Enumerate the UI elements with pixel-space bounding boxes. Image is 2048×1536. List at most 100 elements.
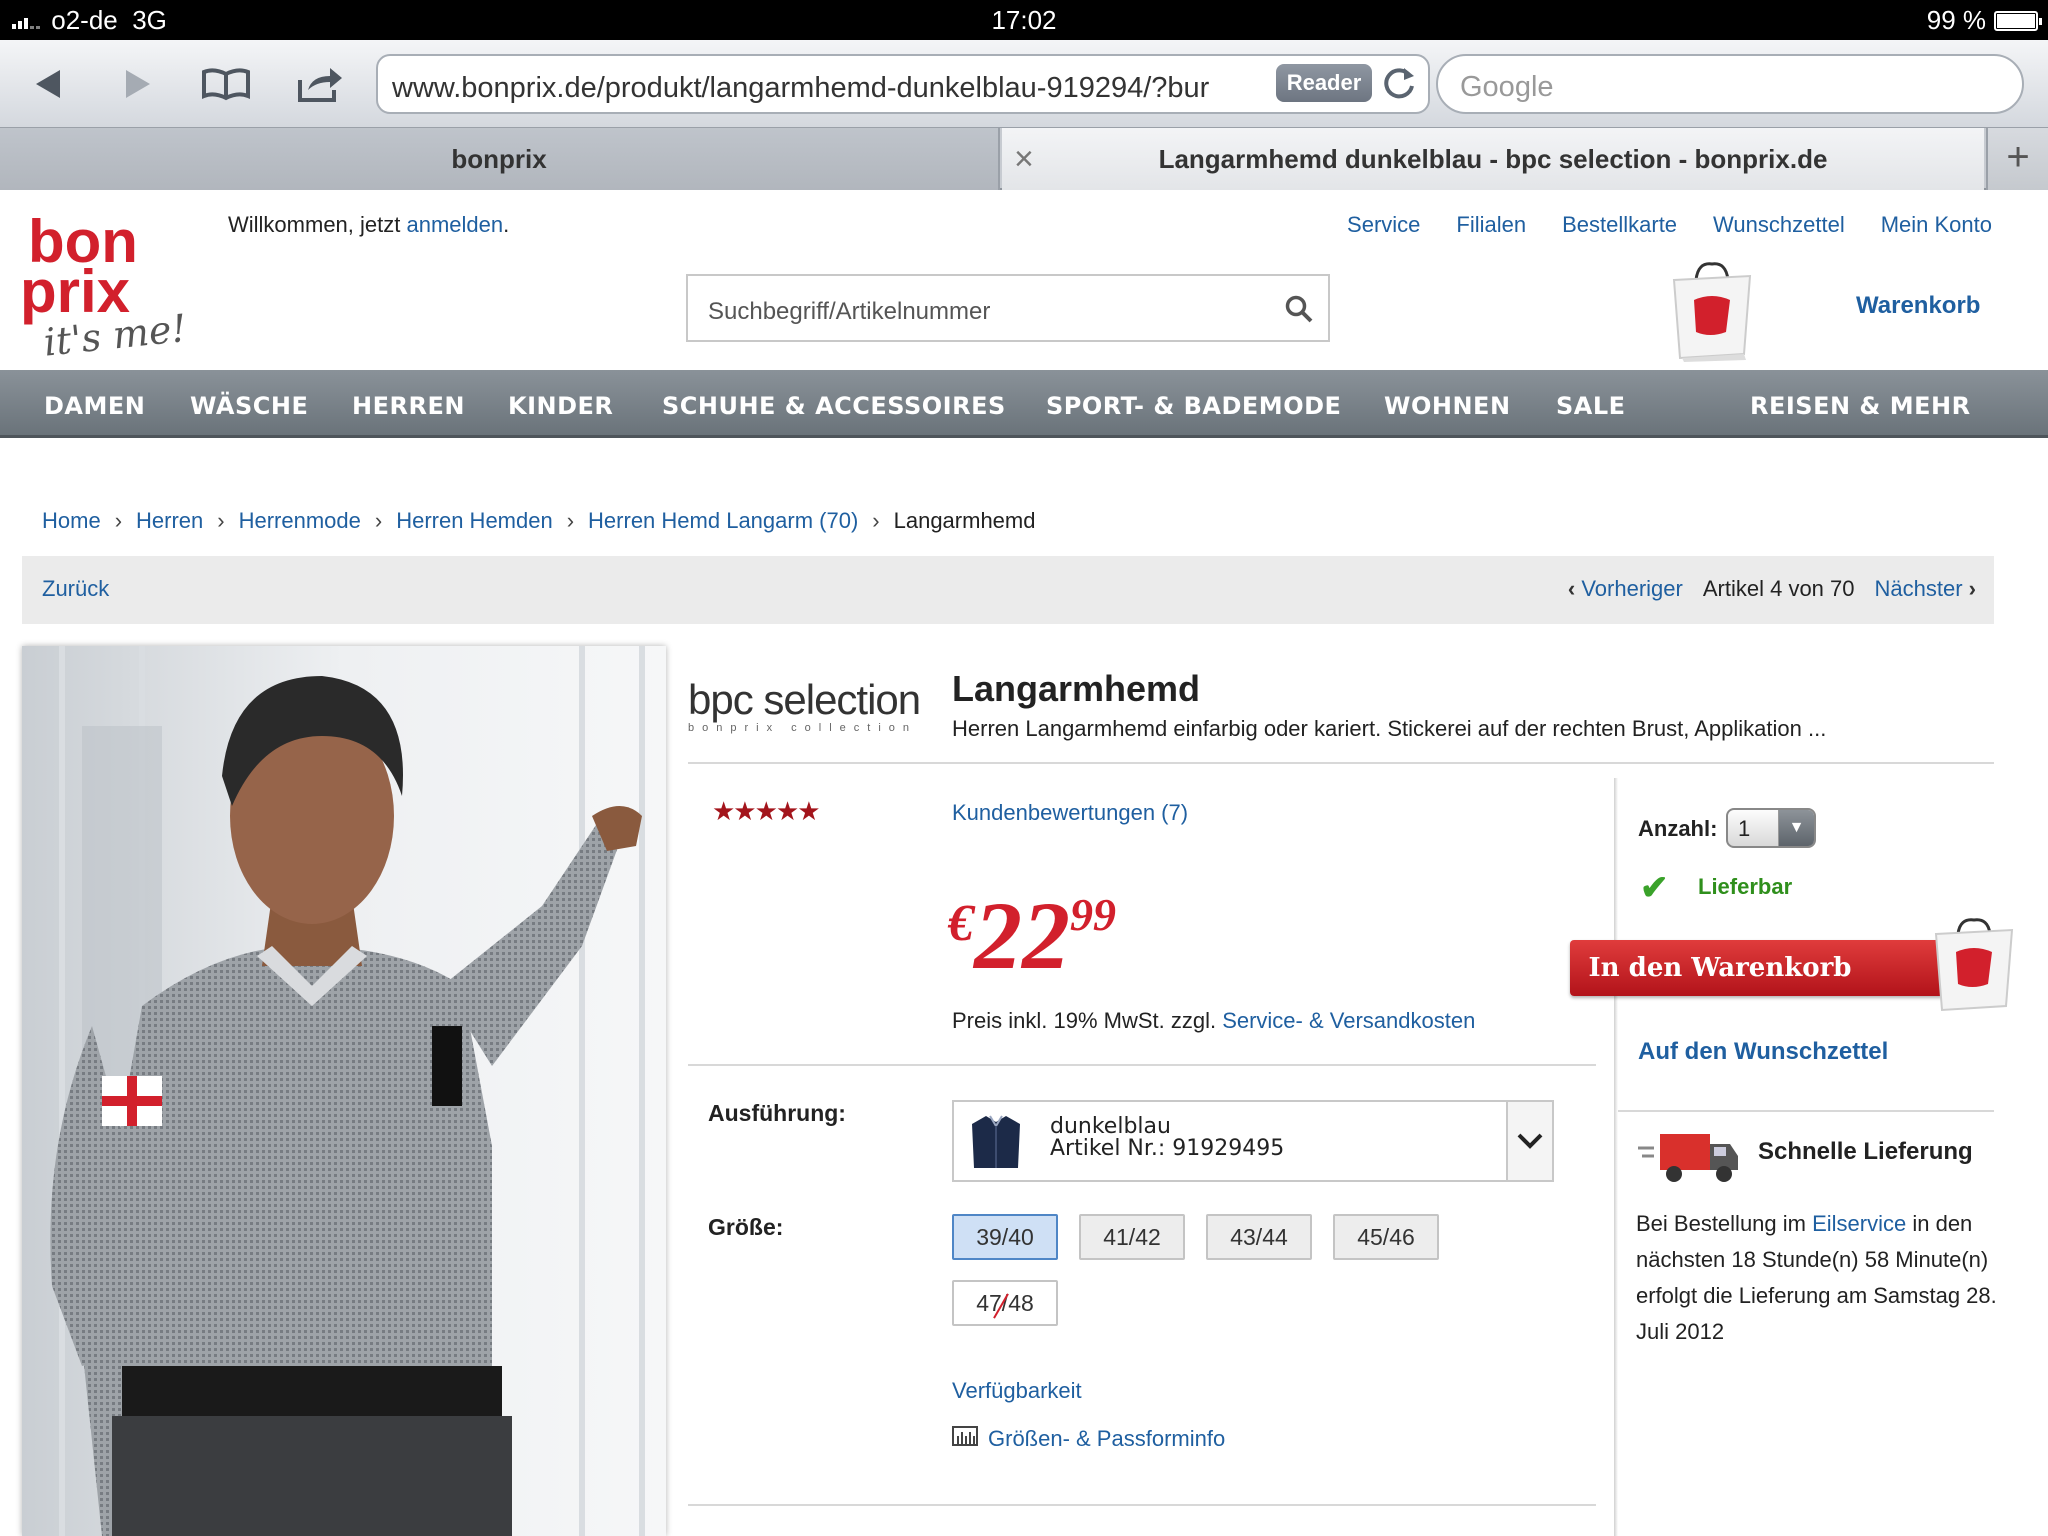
wishlist-link[interactable]: Auf den Wunschzettel	[1638, 1038, 1888, 1066]
bestellkarte-link[interactable]: Bestellkarte	[1562, 212, 1677, 238]
price-decimal: 99	[1070, 889, 1116, 940]
nav-waesche[interactable]: WÄSCHE	[190, 392, 308, 420]
next-link[interactable]: Nächster ›	[1875, 576, 1977, 602]
brand-logo: bpc selection bonprix collection	[688, 676, 921, 734]
battery-percent: 99 %	[1926, 5, 1986, 35]
size-chart-icon	[952, 1426, 978, 1452]
tab-bonprix[interactable]: bonprix	[0, 128, 1000, 190]
welcome-text: Willkommen, jetzt anmelden.	[228, 212, 509, 238]
battery-icon	[1994, 10, 2042, 31]
nav-wohnen[interactable]: WOHNEN	[1384, 392, 1511, 420]
size-option-47-48-unavailable: 47/48	[952, 1280, 1058, 1326]
service-link[interactable]: Service	[1347, 212, 1420, 238]
brand-subtitle: bonprix collection	[688, 722, 917, 734]
cart-link[interactable]: Warenkorb	[1856, 292, 1980, 320]
mein-konto-link[interactable]: Mein Konto	[1881, 212, 1992, 238]
main-navigation: DAMEN WÄSCHE HERREN KINDER SCHUHE & ACCE…	[0, 370, 2048, 438]
price-integer: 22	[974, 882, 1070, 989]
price-info: Preis inkl. 19% MwSt. zzgl. Service- & V…	[952, 1008, 1475, 1034]
rating-stars-icon: ★★★★★	[712, 796, 821, 826]
back-link[interactable]: Zurück	[42, 576, 109, 602]
tab-bar: bonprix Langarmhemd dunkelblau - bpc sel…	[0, 128, 2048, 190]
clock: 17:02	[991, 5, 1057, 35]
browser-search-field[interactable]: Google	[1436, 54, 2024, 114]
add-to-cart-button[interactable]: In den Warenkorb	[1570, 940, 1950, 996]
nav-schuhe-accessoires[interactable]: SCHUHE & ACCESSOIRES	[662, 392, 1006, 420]
size-option-39-40[interactable]: 39/40	[952, 1214, 1058, 1260]
share-icon[interactable]	[292, 56, 348, 112]
nav-kinder[interactable]: KINDER	[508, 392, 613, 420]
chevron-right-icon: ›	[114, 508, 123, 533]
fast-delivery-text-1: Bei Bestellung im	[1636, 1211, 1813, 1236]
size-option-43-44[interactable]: 43/44	[1206, 1214, 1312, 1260]
shipping-costs-link[interactable]: Service- & Versandkosten	[1222, 1008, 1475, 1033]
breadcrumb: Home › Herren › Herrenmode › Herren Hemden ›…	[42, 508, 1035, 534]
product-image[interactable]	[22, 646, 666, 1536]
divider	[688, 1504, 1596, 1506]
forward-arrow-icon[interactable]	[110, 56, 166, 112]
delivery-truck-icon	[1636, 1128, 1742, 1186]
shopping-bag-icon[interactable]	[1928, 914, 2020, 1014]
previous-label: Vorheriger	[1581, 576, 1683, 601]
nav-herren[interactable]: HERREN	[352, 392, 465, 420]
divider	[688, 762, 1994, 764]
stock-status: Lieferbar	[1698, 874, 1793, 899]
breadcrumb-current: Langarmhemd	[893, 508, 1036, 533]
fast-delivery-title: Schnelle Lieferung	[1758, 1138, 1973, 1165]
variant-select[interactable]: dunkelblau Artikel Nr.: 91929495	[952, 1100, 1554, 1182]
breadcrumb-herren[interactable]: Herren	[136, 508, 203, 534]
url-field[interactable]: www.bonprix.de/produkt/langarmhemd-dunke…	[376, 54, 1430, 114]
price-currency: €	[948, 895, 974, 952]
breadcrumb-home[interactable]: Home	[42, 508, 101, 534]
reviews-link[interactable]: Kundenbewertungen (7)	[952, 800, 1188, 826]
chevron-left-icon: ‹	[1567, 576, 1582, 601]
breadcrumb-herren-hemden[interactable]: Herren Hemden	[396, 508, 553, 534]
site-search-input[interactable]: Suchbegriff/Artikelnummer	[686, 274, 1330, 342]
browser-toolbar: www.bonprix.de/produkt/langarmhemd-dunke…	[0, 40, 2048, 128]
nav-sport-bademode[interactable]: SPORT- & BADEMODE	[1046, 392, 1341, 420]
close-tab-icon[interactable]: ×	[1014, 128, 1034, 190]
breadcrumb-herrenmode[interactable]: Herrenmode	[239, 508, 361, 534]
nav-reisen-mehr[interactable]: REISEN & MEHR	[1750, 392, 1971, 420]
shopping-bag-icon[interactable]	[1664, 258, 1760, 362]
article-pager: Zurück ‹ Vorheriger Artikel 4 von 70 Näc…	[22, 556, 1994, 624]
divider	[1618, 1110, 1994, 1112]
search-icon[interactable]	[1284, 294, 1314, 331]
chevron-right-icon: ›	[566, 508, 575, 533]
chevron-down-icon[interactable]	[1506, 1102, 1552, 1180]
bonprix-logo[interactable]: bon prix it's me!	[20, 208, 190, 365]
breadcrumb-hemd-langarm[interactable]: Herren Hemd Langarm (70)	[588, 508, 858, 534]
size-option-41-42[interactable]: 41/42	[1079, 1214, 1185, 1260]
tab-product[interactable]: Langarmhemd dunkelblau - bpc selection -…	[1002, 128, 1984, 190]
reader-button[interactable]: Reader	[1276, 64, 1372, 102]
availability-link[interactable]: Verfügbarkeit	[952, 1378, 1082, 1404]
size-info[interactable]: Größen- & Passforminfo	[952, 1426, 1225, 1452]
size-info-link[interactable]: Größen- & Passforminfo	[988, 1426, 1225, 1452]
wunschzettel-link[interactable]: Wunschzettel	[1713, 212, 1845, 238]
top-links: Service Filialen Bestellkarte Wunschzett…	[1347, 212, 1992, 238]
new-tab-button[interactable]: +	[1986, 128, 2048, 190]
quantity-select[interactable]: 1 ▼	[1726, 808, 1816, 848]
price-info-text: Preis inkl. 19% MwSt. zzgl.	[952, 1008, 1223, 1033]
login-link[interactable]: anmelden	[406, 212, 503, 237]
filialen-link[interactable]: Filialen	[1456, 212, 1526, 238]
welcome-suffix: .	[503, 212, 510, 237]
back-arrow-icon[interactable]	[20, 56, 76, 112]
reload-icon[interactable]	[1378, 62, 1420, 104]
product-description: Herren Langarmhemd einfarbig oder karier…	[952, 716, 1827, 741]
column-divider	[1614, 778, 1618, 1536]
product-title: Langarmhemd	[952, 668, 1201, 709]
bookmarks-icon[interactable]	[198, 56, 254, 112]
quantity-value: 1	[1738, 816, 1751, 841]
checkmark-icon: ✔	[1640, 869, 1669, 907]
shirt-thumbnail-icon	[968, 1112, 1024, 1172]
chevron-right-icon: ›	[217, 508, 225, 533]
nav-sale[interactable]: SALE	[1556, 392, 1626, 420]
chevron-right-icon: ›	[1962, 576, 1976, 601]
eilservice-link[interactable]: Eilservice	[1812, 1211, 1906, 1236]
search-placeholder: Suchbegriff/Artikelnummer	[708, 298, 991, 325]
nav-damen[interactable]: DAMEN	[44, 392, 145, 420]
brand-name: bpc selection	[688, 676, 921, 723]
previous-link[interactable]: ‹ Vorheriger	[1568, 576, 1683, 602]
size-option-45-46[interactable]: 45/46	[1333, 1214, 1439, 1260]
